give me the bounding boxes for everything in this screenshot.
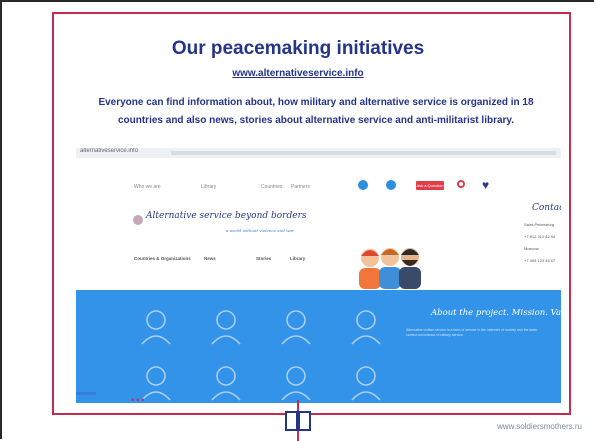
avatars-illustration [141, 310, 381, 401]
social-icon-1[interactable] [358, 180, 368, 190]
site-subtitle: a world without violence and war [226, 228, 294, 233]
about-title: About the project. Mission. Values. [431, 308, 561, 318]
footer-url[interactable]: www.soldiersmothers.ru [497, 422, 582, 431]
ask-question-button[interactable]: Ask a Question [416, 181, 444, 190]
book-icon [285, 400, 311, 441]
site-title: Alternative service beyond borders [146, 211, 307, 221]
social-icon-2[interactable] [386, 180, 396, 190]
logo-icon [133, 215, 143, 225]
website-screenshot: alternativeservice.info Who we are Libra… [76, 148, 561, 403]
url-text: alternativeservice.info [80, 148, 139, 154]
heart-icon[interactable]: ♥ [482, 179, 489, 191]
url-bar-fill [171, 151, 556, 155]
contact-line: Moscow [524, 246, 539, 251]
nav-link-library[interactable]: Library [201, 184, 216, 190]
menu-item-countries[interactable]: Countries & Organizations [134, 256, 191, 261]
site-link[interactable]: www.alternativeservice.info [0, 68, 596, 79]
menu-item-library[interactable]: Library [290, 256, 305, 261]
page-title: Our peacemaking initiatives [171, 38, 425, 59]
contacts-title: Contacts [532, 203, 561, 213]
contact-line: +7 495 123 45 67 [524, 258, 556, 263]
about-text: Alternative civilian service is a form o… [406, 328, 539, 337]
people-illustration [359, 248, 421, 289]
menu-item-stories[interactable]: Stories [256, 256, 271, 261]
menu-item-news[interactable]: News [204, 256, 216, 261]
decorative-dots: ••• [131, 395, 147, 405]
contact-line: Saint-Petersburg [524, 222, 555, 227]
nav-link-countries[interactable]: Countries [261, 184, 282, 190]
contact-line: +7 812 312 42 94 [524, 234, 556, 239]
description-text: Everyone can find information about, how… [98, 97, 534, 126]
footer-tag [76, 392, 96, 395]
browser-url-bar[interactable]: alternativeservice.info [76, 148, 561, 158]
nav-link-who[interactable]: Who we are [134, 184, 161, 190]
search-icon[interactable] [457, 180, 465, 188]
nav-link-partners[interactable]: Partners [291, 184, 310, 190]
